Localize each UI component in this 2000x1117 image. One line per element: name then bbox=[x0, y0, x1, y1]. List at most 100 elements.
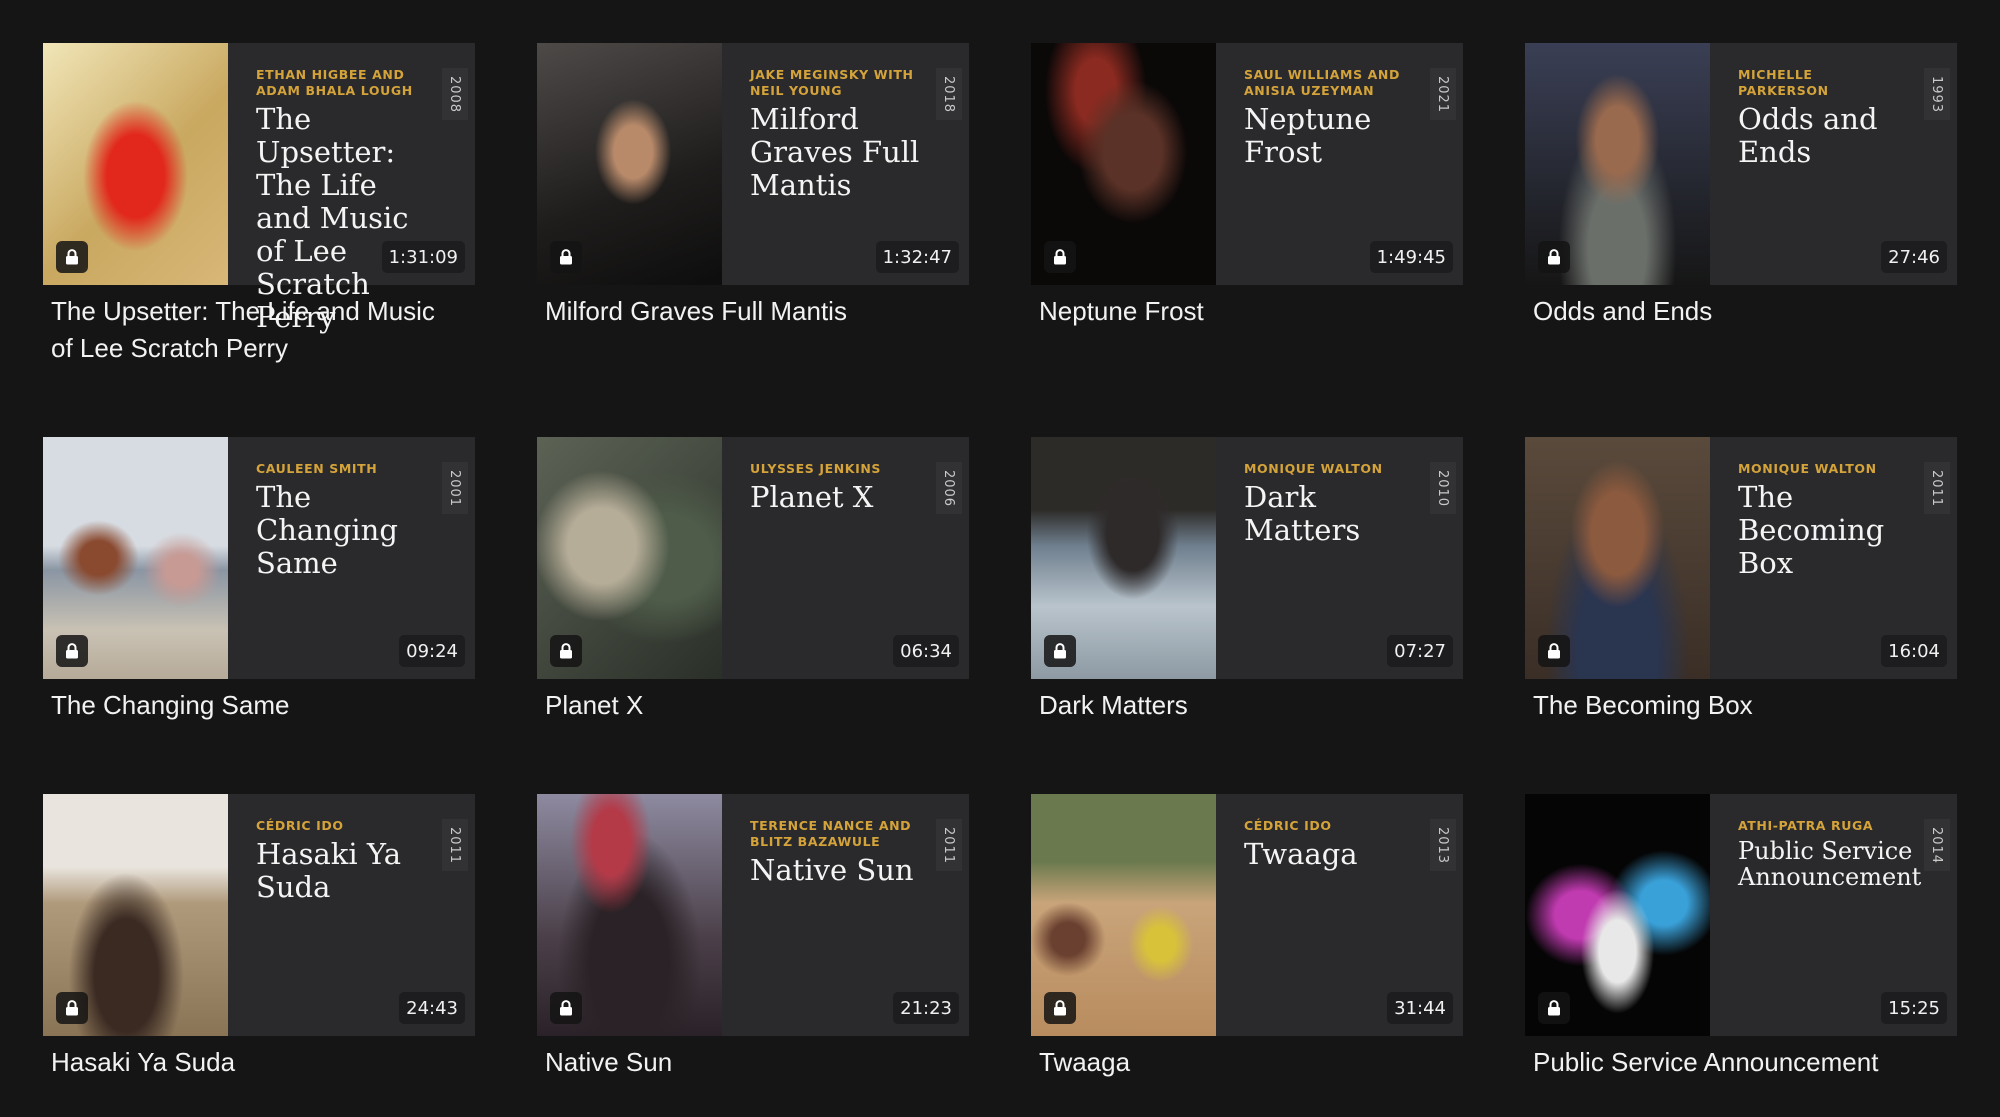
film-director: CÉDRIC IDO bbox=[1244, 818, 1332, 833]
film-tile[interactable]: ATHI-PATRA RUGA Public Service Announcem… bbox=[1525, 794, 1957, 1036]
film-year: 2001 bbox=[447, 469, 463, 507]
film-thumbnail[interactable] bbox=[1031, 794, 1216, 1036]
film-info: CÉDRIC IDO Hasaki Ya Suda 2011 24:43 bbox=[228, 794, 475, 1036]
film-year-badge: 2011 bbox=[442, 819, 468, 871]
film-caption[interactable]: Hasaki Ya Suda bbox=[43, 1044, 451, 1081]
film-director: ULYSSES JENKINS bbox=[750, 461, 882, 476]
film-director: ATHI-PATRA RUGA bbox=[1738, 818, 1874, 833]
film-info: MONIQUE WALTON The Becoming Box 2011 16:… bbox=[1710, 437, 1957, 679]
film-thumbnail[interactable] bbox=[1031, 43, 1216, 285]
film-caption[interactable]: Public Service Announcement bbox=[1525, 1044, 1933, 1081]
film-caption[interactable]: Native Sun bbox=[537, 1044, 945, 1081]
film-duration: 1:31:09 bbox=[381, 241, 465, 273]
film-tile[interactable]: ETHAN HIGBEE AND ADAM BHALA LOUGH The Up… bbox=[43, 43, 475, 334]
film-tile[interactable]: CAULEEN SMITH The Changing Same 2001 09:… bbox=[43, 437, 475, 679]
film-thumbnail[interactable] bbox=[1031, 437, 1216, 679]
film-caption[interactable]: Planet X bbox=[537, 687, 945, 724]
film-info: ATHI-PATRA RUGA Public Service Announcem… bbox=[1710, 794, 1957, 1036]
film-caption[interactable]: Milford Graves Full Mantis bbox=[537, 293, 945, 330]
film-director: MONIQUE WALTON bbox=[1738, 461, 1877, 476]
film-info: CÉDRIC IDO Twaaga 2013 31:44 bbox=[1216, 794, 1463, 1036]
lock-icon bbox=[1538, 241, 1570, 273]
lock-icon bbox=[56, 992, 88, 1024]
lock-icon bbox=[56, 635, 88, 667]
film-caption[interactable]: The Changing Same bbox=[43, 687, 451, 724]
film-thumbnail[interactable] bbox=[537, 794, 722, 1036]
film-title: Dark Matters bbox=[1244, 480, 1361, 547]
film-year: 2013 bbox=[1435, 826, 1451, 864]
film-card[interactable]: MONIQUE WALTON The Becoming Box 2011 16:… bbox=[1525, 437, 1957, 794]
lock-icon bbox=[1538, 992, 1570, 1024]
film-card[interactable]: JAKE MEGINSKY WITH NEIL YOUNG Milford Gr… bbox=[537, 43, 969, 437]
film-year-badge: 1993 bbox=[1924, 68, 1950, 120]
lock-icon bbox=[1044, 992, 1076, 1024]
film-card[interactable]: CÉDRIC IDO Twaaga 2013 31:44 Twaaga bbox=[1031, 794, 1463, 1114]
film-title: The Upsetter: The Life and Music of Lee … bbox=[256, 102, 409, 334]
film-card[interactable]: SAUL WILLIAMS AND ANISIA UZEYMAN Neptune… bbox=[1031, 43, 1463, 437]
film-thumbnail[interactable] bbox=[43, 43, 228, 285]
film-year-badge: 2011 bbox=[1924, 462, 1950, 514]
lock-icon bbox=[56, 241, 88, 273]
film-card[interactable]: ETHAN HIGBEE AND ADAM BHALA LOUGH The Up… bbox=[43, 43, 475, 437]
film-title: Native Sun bbox=[750, 853, 914, 887]
film-thumbnail[interactable] bbox=[1525, 794, 1710, 1036]
film-tile[interactable]: JAKE MEGINSKY WITH NEIL YOUNG Milford Gr… bbox=[537, 43, 969, 285]
film-info: MICHELLE PARKERSON Odds and Ends 1993 27… bbox=[1710, 43, 1957, 285]
film-duration: 24:43 bbox=[399, 992, 465, 1024]
film-card[interactable]: MONIQUE WALTON Dark Matters 2010 07:27 D… bbox=[1031, 437, 1463, 794]
film-caption[interactable]: Twaaga bbox=[1031, 1044, 1439, 1081]
film-tile[interactable]: CÉDRIC IDO Hasaki Ya Suda 2011 24:43 bbox=[43, 794, 475, 1036]
film-year-badge: 2001 bbox=[442, 462, 468, 514]
film-year-badge: 2013 bbox=[1430, 819, 1456, 871]
film-year: 2006 bbox=[941, 469, 957, 507]
film-thumbnail[interactable] bbox=[43, 437, 228, 679]
film-caption[interactable]: Odds and Ends bbox=[1525, 293, 1933, 330]
film-tile[interactable]: ULYSSES JENKINS Planet X 2006 06:34 bbox=[537, 437, 969, 679]
film-caption[interactable]: Neptune Frost bbox=[1031, 293, 1439, 330]
film-year: 2010 bbox=[1435, 469, 1451, 507]
film-year-badge: 2021 bbox=[1430, 68, 1456, 120]
film-thumbnail[interactable] bbox=[537, 437, 722, 679]
film-tile[interactable]: MONIQUE WALTON The Becoming Box 2011 16:… bbox=[1525, 437, 1957, 679]
film-duration: 27:46 bbox=[1881, 241, 1947, 273]
film-caption[interactable]: Dark Matters bbox=[1031, 687, 1439, 724]
film-info: MONIQUE WALTON Dark Matters 2010 07:27 bbox=[1216, 437, 1463, 679]
film-thumbnail[interactable] bbox=[537, 43, 722, 285]
film-title: Public Service Announcement bbox=[1738, 837, 1922, 891]
film-card[interactable]: ULYSSES JENKINS Planet X 2006 06:34 Plan… bbox=[537, 437, 969, 794]
film-title: The Changing Same bbox=[256, 480, 398, 580]
film-year: 2014 bbox=[1929, 826, 1945, 864]
film-tile[interactable]: CÉDRIC IDO Twaaga 2013 31:44 bbox=[1031, 794, 1463, 1036]
film-director: MICHELLE PARKERSON bbox=[1738, 67, 1829, 98]
film-caption[interactable]: The Becoming Box bbox=[1525, 687, 1933, 724]
lock-icon bbox=[550, 241, 582, 273]
film-duration: 06:34 bbox=[893, 635, 959, 667]
film-duration: 1:32:47 bbox=[875, 241, 959, 273]
film-title: Milford Graves Full Mantis bbox=[750, 102, 920, 202]
film-grid: ETHAN HIGBEE AND ADAM BHALA LOUGH The Up… bbox=[43, 43, 1957, 1114]
film-info: ULYSSES JENKINS Planet X 2006 06:34 bbox=[722, 437, 969, 679]
film-year: 2021 bbox=[1435, 75, 1451, 113]
film-tile[interactable]: MONIQUE WALTON Dark Matters 2010 07:27 bbox=[1031, 437, 1463, 679]
film-title: Odds and Ends bbox=[1738, 102, 1878, 169]
film-card[interactable]: MICHELLE PARKERSON Odds and Ends 1993 27… bbox=[1525, 43, 1957, 437]
film-year: 2018 bbox=[941, 75, 957, 113]
film-year-badge: 2010 bbox=[1430, 462, 1456, 514]
film-card[interactable]: CÉDRIC IDO Hasaki Ya Suda 2011 24:43 Has… bbox=[43, 794, 475, 1114]
film-tile[interactable]: MICHELLE PARKERSON Odds and Ends 1993 27… bbox=[1525, 43, 1957, 285]
film-director: JAKE MEGINSKY WITH NEIL YOUNG bbox=[750, 67, 914, 98]
film-year-badge: 2018 bbox=[936, 68, 962, 120]
film-director: CÉDRIC IDO bbox=[256, 818, 344, 833]
film-card[interactable]: TERENCE NANCE AND BLITZ BAZAWULE Native … bbox=[537, 794, 969, 1114]
film-director: TERENCE NANCE AND BLITZ BAZAWULE bbox=[750, 818, 912, 849]
film-tile[interactable]: SAUL WILLIAMS AND ANISIA UZEYMAN Neptune… bbox=[1031, 43, 1463, 285]
film-year-badge: 2014 bbox=[1924, 819, 1950, 871]
film-tile[interactable]: TERENCE NANCE AND BLITZ BAZAWULE Native … bbox=[537, 794, 969, 1036]
film-card[interactable]: CAULEEN SMITH The Changing Same 2001 09:… bbox=[43, 437, 475, 794]
film-thumbnail[interactable] bbox=[43, 794, 228, 1036]
film-thumbnail[interactable] bbox=[1525, 43, 1710, 285]
film-duration: 16:04 bbox=[1881, 635, 1947, 667]
film-card[interactable]: ATHI-PATRA RUGA Public Service Announcem… bbox=[1525, 794, 1957, 1114]
film-thumbnail[interactable] bbox=[1525, 437, 1710, 679]
film-director: SAUL WILLIAMS AND ANISIA UZEYMAN bbox=[1244, 67, 1400, 98]
